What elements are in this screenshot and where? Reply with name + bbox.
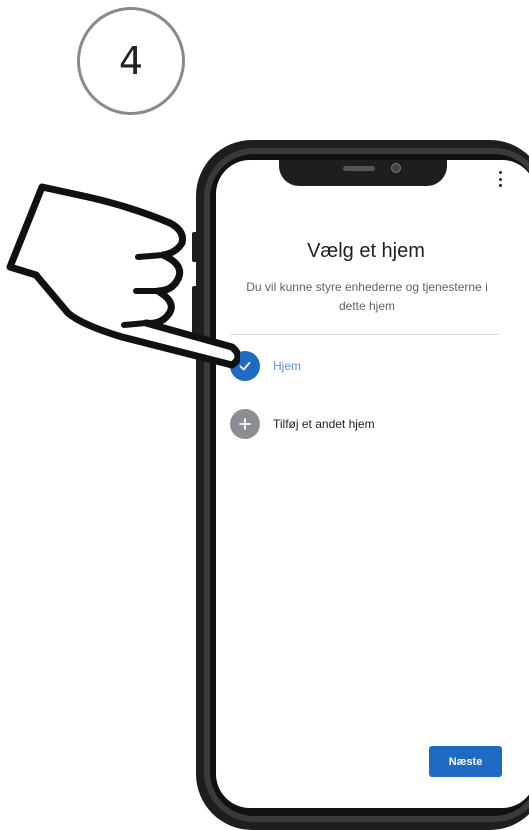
camera-icon (391, 163, 401, 173)
add-home-label: Tilføj et andet hjem (273, 417, 375, 431)
phone-notch (279, 160, 447, 186)
speaker-grille (343, 166, 375, 171)
home-option-hjem[interactable]: Hjem (230, 351, 301, 381)
home-option-label: Hjem (273, 359, 302, 373)
more-vert-icon[interactable] (497, 171, 503, 187)
divider (230, 334, 500, 335)
pointing-hand-icon (6, 183, 240, 369)
page-subtitle: Du vil kunne styre enhederne og tjeneste… (246, 280, 488, 313)
add-home-option[interactable]: Tilføj et andet hjem (230, 409, 375, 439)
step-number: 4 (118, 39, 144, 83)
phone-screen: Vælg et hjem Du vil kunne styre enhedern… (216, 160, 529, 808)
step-number-badge: 4 (77, 7, 185, 115)
page-title: Vælg et hjem (307, 240, 425, 262)
next-button[interactable]: Næste (429, 746, 502, 777)
plus-icon (230, 409, 260, 439)
